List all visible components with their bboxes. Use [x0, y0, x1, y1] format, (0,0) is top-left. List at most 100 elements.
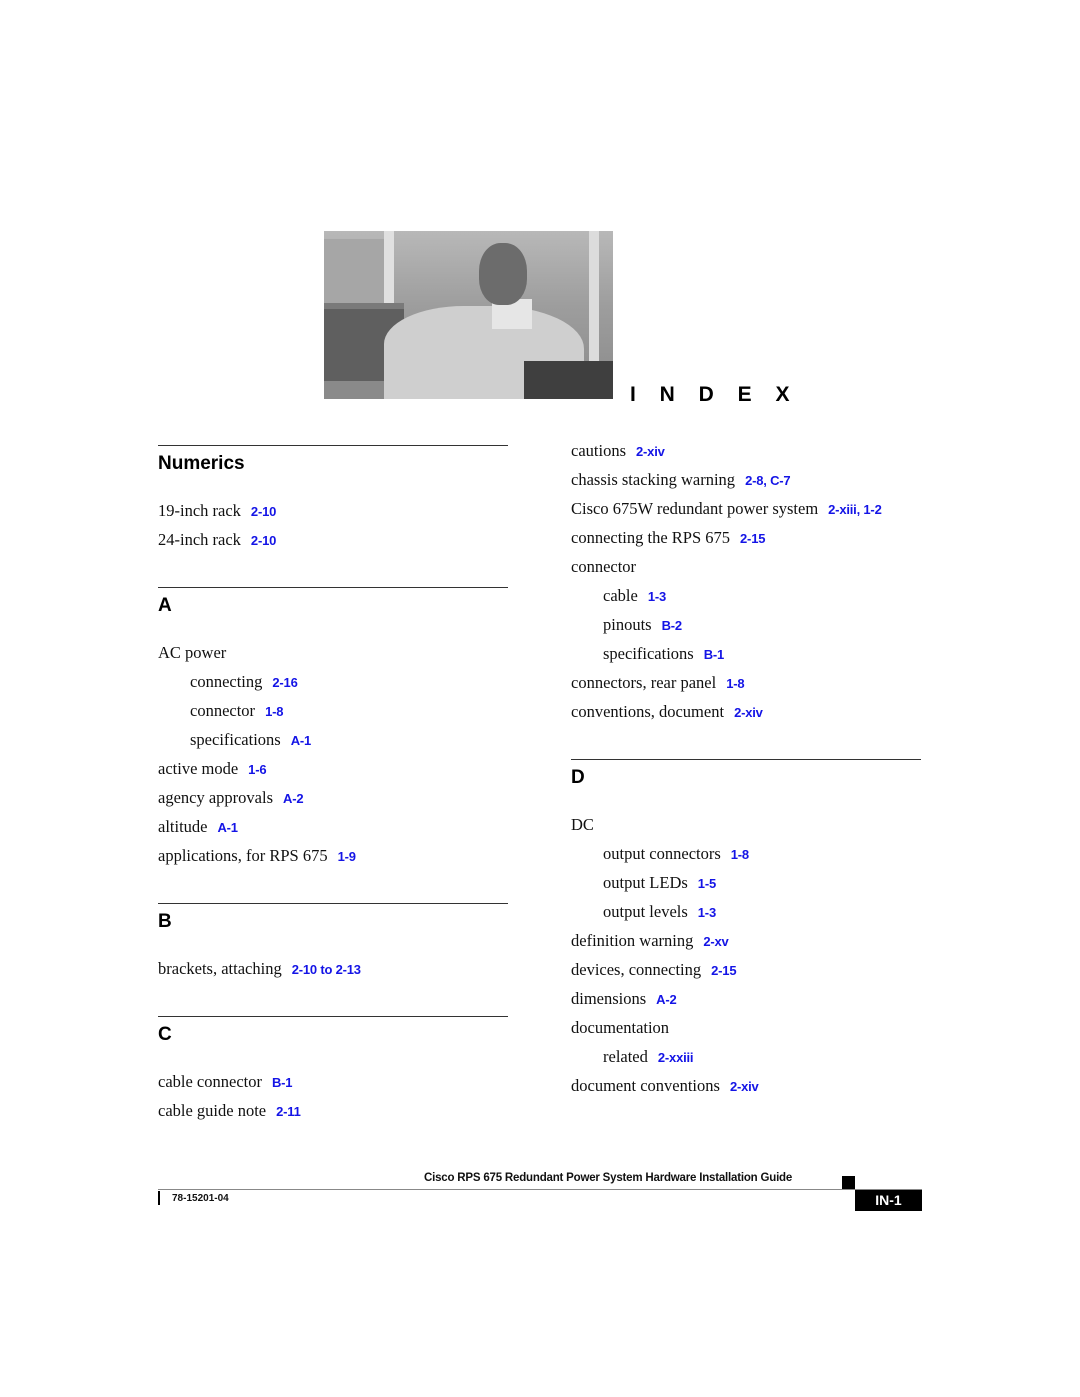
page-reference-link[interactable]: A-1 [291, 733, 312, 748]
page-reference-link[interactable]: 2-xiv [636, 444, 665, 459]
entry-term: pinouts [603, 615, 652, 634]
page-reference-link[interactable]: 2-xiv [734, 705, 763, 720]
photo-person-head [479, 243, 527, 305]
page-reference-link[interactable]: 2-8, C-7 [745, 473, 791, 488]
footer-guide-title: Cisco RPS 675 Redundant Power System Har… [424, 1172, 793, 1184]
page-reference-link[interactable]: 1-8 [731, 847, 749, 862]
page-reference-link[interactable]: B-2 [662, 618, 683, 633]
page-reference-link[interactable]: 2-15 [740, 531, 765, 546]
page-reference-link[interactable]: 1-8 [265, 704, 283, 719]
entry-term: 24-inch rack [158, 530, 241, 549]
entry-list: cable connector B-1 cable guide note 2-11 [158, 1067, 508, 1125]
section-divider [158, 903, 508, 904]
page-reference-link[interactable]: A-1 [217, 820, 238, 835]
entry-term: connecting the RPS 675 [571, 528, 731, 547]
page-reference-link[interactable]: 1-8 [726, 676, 744, 691]
section-heading: D [571, 767, 585, 788]
section-heading: B [158, 911, 172, 932]
section-divider [571, 759, 921, 760]
page-reference-link[interactable]: 2-16 [272, 675, 297, 690]
continued-entry-list: cautions 2-xiv chassis stacking warning 2-8… [571, 436, 921, 726]
page-reference-link[interactable]: B-1 [272, 1075, 293, 1090]
index-section: D DC output connectors 1-8 output LEDs 1-5 out… [571, 759, 921, 1100]
index-entry: 19-inch rack 2-10 [158, 496, 508, 525]
entry-term: documentation [571, 1018, 670, 1037]
page-reference-link[interactable]: 2-xiii, 1-2 [828, 502, 882, 517]
page-reference-link[interactable]: 1-9 [338, 849, 356, 864]
left-column: Numerics 19-inch rack 2-10 24-inch rack 2-10… [158, 445, 508, 1125]
footer-tick [158, 1191, 160, 1205]
index-entry: Cisco 675W redundant power system 2-xiii,… [571, 494, 921, 523]
entry-term: cable [603, 586, 638, 605]
index-section: Numerics 19-inch rack 2-10 24-inch rack 2-10 [158, 445, 508, 554]
entry-term: AC power [158, 643, 227, 662]
page-reference-link[interactable]: 1-6 [248, 762, 266, 777]
footer-marker [842, 1176, 855, 1189]
photo-pillar [589, 231, 599, 361]
page-reference-link[interactable]: 1-5 [698, 876, 716, 891]
entry-term: connecting [190, 672, 263, 691]
entry-term: related [603, 1047, 648, 1066]
entry-term: 19-inch rack [158, 501, 241, 520]
page-reference-link[interactable]: A-2 [283, 791, 304, 806]
index-entry: definition warning 2-xv [571, 926, 921, 955]
entry-term: output connectors [603, 844, 721, 863]
header-photo [324, 231, 613, 399]
entry-term: connector [190, 701, 256, 720]
entry-list: DC output connectors 1-8 output LEDs 1-5 outp… [571, 810, 921, 1100]
page-reference-link[interactable]: 2-10 [251, 504, 276, 519]
index-subentry: output connectors 1-8 [571, 839, 921, 868]
index-section: Ccable connector B-1 cable guide note 2-11 [158, 1016, 508, 1125]
index-entry: cable guide note 2-11 [158, 1096, 508, 1125]
section-heading: Numerics [158, 453, 245, 474]
footer-divider [158, 1189, 922, 1190]
section-divider [158, 445, 508, 446]
photo-cushion [524, 361, 613, 399]
entry-term: active mode [158, 759, 239, 778]
index-subentry: output levels 1-3 [571, 897, 921, 926]
index-section: Bbrackets, attaching 2-10 to 2-13 [158, 903, 508, 983]
index-subentry: connector 1-8 [158, 696, 508, 725]
entry-term: devices, connecting [571, 960, 702, 979]
page-reference-link[interactable]: 1-3 [648, 589, 666, 604]
index-entry: chassis stacking warning 2-8, C-7 [571, 465, 921, 494]
photo-window [324, 239, 384, 311]
index-entry: documentation [571, 1013, 921, 1042]
index-entry: devices, connecting 2-15 [571, 955, 921, 984]
page-reference-link[interactable]: A-2 [656, 992, 677, 1007]
entry-term: connectors, rear panel [571, 673, 717, 692]
page-reference-link[interactable]: 2-10 [251, 533, 276, 548]
index-entry: AC power [158, 638, 508, 667]
section-heading: A [158, 595, 172, 616]
footer-doc-number: 78-15201-04 [172, 1193, 229, 1204]
page-reference-link[interactable]: 2-xiv [730, 1079, 759, 1094]
page-reference-link[interactable]: 1-3 [698, 905, 716, 920]
page-reference-link[interactable]: 2-xv [703, 934, 728, 949]
entry-term: specifications [603, 644, 694, 663]
page-reference-link[interactable]: 2-xxiii [658, 1050, 694, 1065]
index-entry: DC [571, 810, 921, 839]
index-entry: cable connector B-1 [158, 1067, 508, 1096]
page-reference-link[interactable]: 2-11 [276, 1104, 301, 1119]
index-title: I N D E X [630, 383, 799, 406]
page-reference-link[interactable]: 2-15 [711, 963, 736, 978]
entry-term: applications, for RPS 675 [158, 846, 328, 865]
entry-term: cautions [571, 441, 626, 460]
index-subentry: output LEDs 1-5 [571, 868, 921, 897]
page-reference-link[interactable]: B-1 [704, 647, 725, 662]
page-number-badge: IN-1 [855, 1190, 922, 1211]
index-entry: document conventions 2-xiv [571, 1071, 921, 1100]
entry-term: DC [571, 815, 594, 834]
section-heading: C [158, 1024, 172, 1045]
index-entry: active mode 1-6 [158, 754, 508, 783]
index-subentry: pinouts B-2 [571, 610, 921, 639]
index-subentry: cable 1-3 [571, 581, 921, 610]
index-entry: applications, for RPS 675 1-9 [158, 841, 508, 870]
index-entry: connector [571, 552, 921, 581]
entry-list: AC power connecting 2-16 connector 1-8 specif… [158, 638, 508, 870]
page-reference-link[interactable]: 2-10 to 2-13 [292, 962, 361, 977]
entry-term: agency approvals [158, 788, 273, 807]
entry-term: conventions, document [571, 702, 725, 721]
section-divider [158, 1016, 508, 1017]
entry-term: Cisco 675W redundant power system [571, 499, 819, 518]
